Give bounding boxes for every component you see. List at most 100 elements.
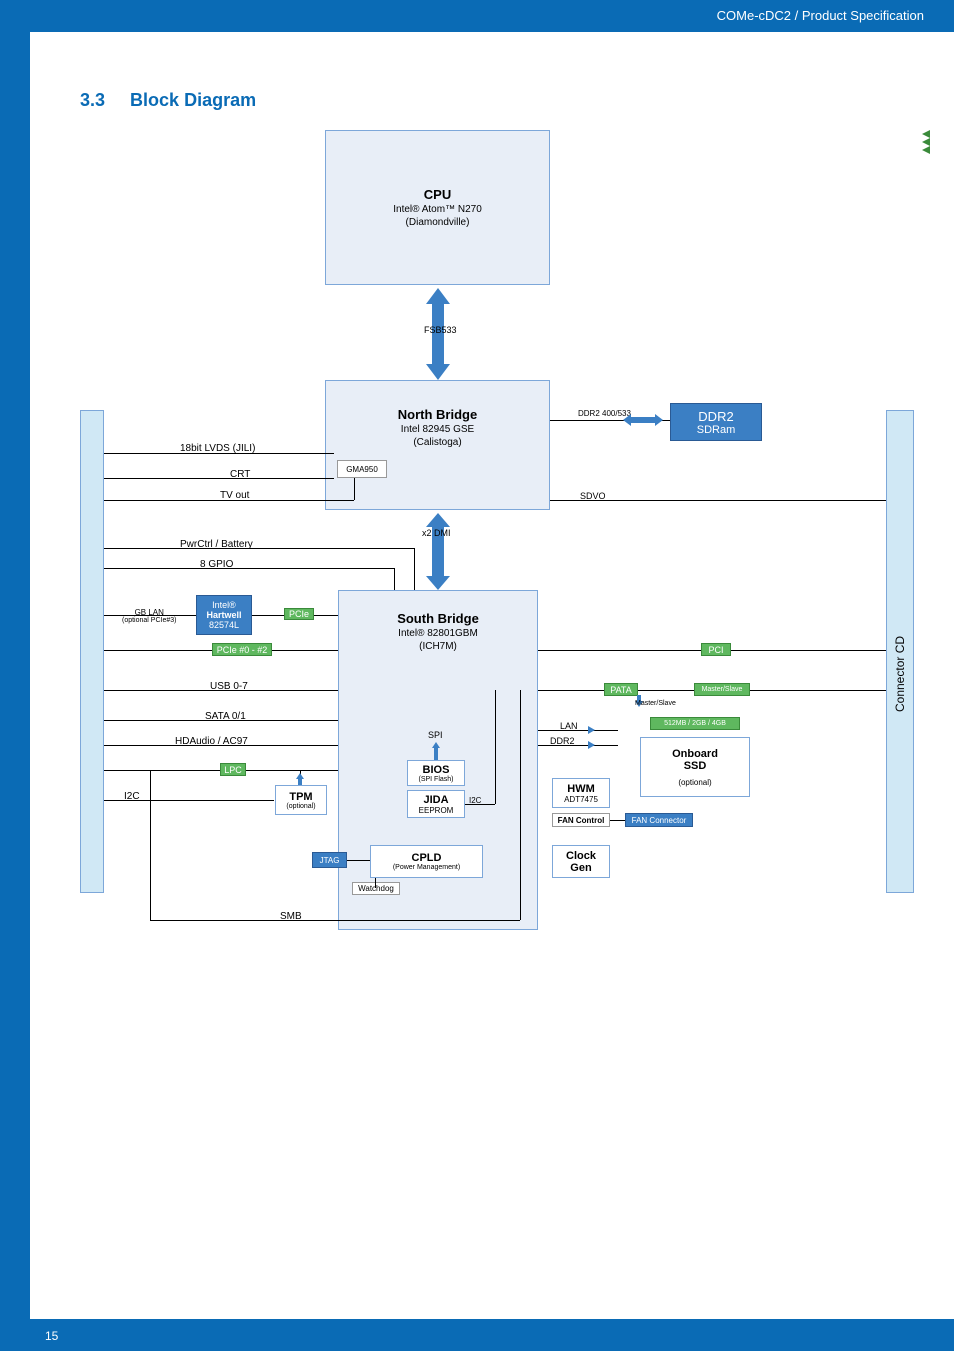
nb-line2: (Calistoga) [398, 437, 477, 448]
lan-line [538, 730, 618, 731]
smb-v2 [520, 690, 521, 920]
tpm-arrow [296, 773, 304, 785]
pcie02-label: PCIe #0 - #2 [212, 643, 272, 656]
ddr2-sub: SDRam [697, 424, 736, 436]
jida-block: JIDA EEPROM [407, 790, 465, 818]
smb-label: SMB [280, 911, 302, 922]
clock-sub: Gen [570, 862, 591, 874]
block-diagram: Connector CD CPU Intel® Atom™ N270 (Diam… [80, 130, 930, 1010]
section-title: 3.3 Block Diagram [80, 90, 256, 111]
sb-title: South Bridge [397, 611, 479, 626]
jida-line [465, 804, 495, 805]
tpm-sub: (optional) [286, 803, 315, 810]
cpu-title: CPU [424, 187, 451, 202]
tpm-block: TPM (optional) [275, 785, 327, 815]
tvout-vert [354, 478, 355, 500]
master-slave-label: Master/Slave [694, 683, 750, 696]
section-number: 3.3 [80, 90, 105, 110]
clock-title: Clock [566, 850, 596, 862]
cpld-v [375, 878, 376, 888]
ssd-size-label: 512MB / 2GB / 4GB [650, 717, 740, 730]
ssd-sub: SSD [684, 760, 707, 772]
ddr2-arrow-icon [623, 414, 663, 426]
phy-line1: Hartwell [206, 610, 241, 620]
ddr2-title: DDR2 [698, 409, 733, 424]
spi-label: SPI [428, 730, 443, 740]
phy-line2: 82574L [209, 620, 239, 630]
cpu-block: CPU Intel® Atom™ N270 (Diamondville) [325, 130, 550, 285]
bios-block: BIOS (SPI Flash) [407, 760, 465, 786]
nb-title: North Bridge [398, 407, 477, 422]
gma-label: GMA950 [337, 460, 387, 478]
pwrctrl-vert [414, 548, 415, 590]
cpld-sub: (Power Management) [393, 864, 460, 871]
sata-label: SATA 0/1 [205, 711, 246, 722]
crt-label: CRT [230, 469, 250, 480]
sb-line2: (ICH7M) [419, 641, 457, 652]
clock-block: Clock Gen [552, 845, 610, 878]
footer-bar [0, 1319, 954, 1351]
cpu-line1: Intel® Atom™ N270 [393, 204, 482, 215]
gblan-left [104, 615, 196, 616]
usb-label: USB 0-7 [210, 681, 248, 692]
spi-arrow [432, 742, 440, 760]
fsb-label: FSB533 [424, 325, 457, 335]
dmi-label: x2 DMI [422, 528, 451, 538]
nb-line1: Intel 82945 GSE [398, 424, 477, 435]
section-heading: Block Diagram [130, 90, 256, 110]
hwm-block: HWM ADT7475 [552, 778, 610, 808]
jtag-line [347, 860, 370, 861]
cpld-block: CPLD (Power Management) [370, 845, 483, 878]
connector-cd-label: Connector CD [893, 632, 907, 712]
gpio-label: 8 GPIO [200, 559, 233, 570]
sdvo-label: SDVO [580, 491, 606, 501]
pwrctrl-label: PwrCtrl / Battery [180, 539, 253, 550]
ssd-opt: (optional) [678, 778, 711, 787]
lvds-label: 18bit LVDS (JILI) [180, 443, 255, 454]
connector-left [80, 410, 104, 893]
crt-line [104, 478, 334, 479]
fan-control-box: FAN Control [552, 813, 610, 827]
fan-connector-box: FAN Connector [625, 813, 693, 827]
gb-lan-phy: Intel® Hartwell 82574L [196, 595, 252, 635]
onboard-ssd-block: Onboard SSD (optional) [640, 737, 750, 797]
ddr2-arrow2-icon [588, 741, 595, 749]
left-stripe [0, 0, 30, 1351]
footer-page: 15 [45, 1329, 58, 1343]
smb-v1 [150, 770, 151, 920]
ddr2-block: DDR2 SDRam [670, 403, 762, 441]
lan-arrow-icon [588, 726, 595, 734]
ssd-title: Onboard [672, 748, 718, 760]
jida-sub: EEPROM [419, 806, 454, 815]
dmi-arrow-icon [420, 513, 456, 590]
pata-label: PATA [604, 683, 638, 696]
gb-lan-label: GB LAN (optional PCIe#3) [122, 608, 176, 624]
pci-label: PCI [701, 643, 731, 656]
lpc-label: LPC [220, 763, 246, 776]
phy-title: Intel® [212, 600, 236, 610]
tvout-label: TV out [220, 490, 249, 501]
hwm-sub: ADT7475 [564, 795, 598, 804]
jtag-box: JTAG [312, 852, 347, 868]
watchdog-box: Watchdog [352, 882, 400, 895]
bios-title: BIOS [423, 764, 450, 776]
hdaudio-label: HDAudio / AC97 [175, 736, 248, 747]
cpu-line2: (Diamondville) [406, 217, 470, 228]
smb-line [150, 920, 520, 921]
cpld-title: CPLD [412, 852, 442, 864]
jida-title: JIDA [423, 794, 448, 806]
pwrctrl-line [104, 548, 414, 549]
i2c-label: I2C [124, 791, 140, 802]
header-breadcrumb: COMe-cDC2 / Product Specification [717, 8, 924, 23]
north-bridge-block: North Bridge Intel 82945 GSE (Calistoga) [325, 380, 550, 510]
pata-ms: Master/Slave [635, 700, 676, 707]
fan-line [610, 820, 625, 821]
hwm-title: HWM [567, 783, 595, 795]
pcie-label: PCIe [284, 608, 314, 620]
lan-label: LAN [560, 721, 578, 731]
gpio-vert [394, 568, 395, 590]
tpm-title: TPM [289, 791, 312, 803]
gpio-line [104, 568, 394, 569]
sb-line1: Intel® 82801GBM [398, 628, 478, 639]
jida-v [495, 690, 496, 804]
